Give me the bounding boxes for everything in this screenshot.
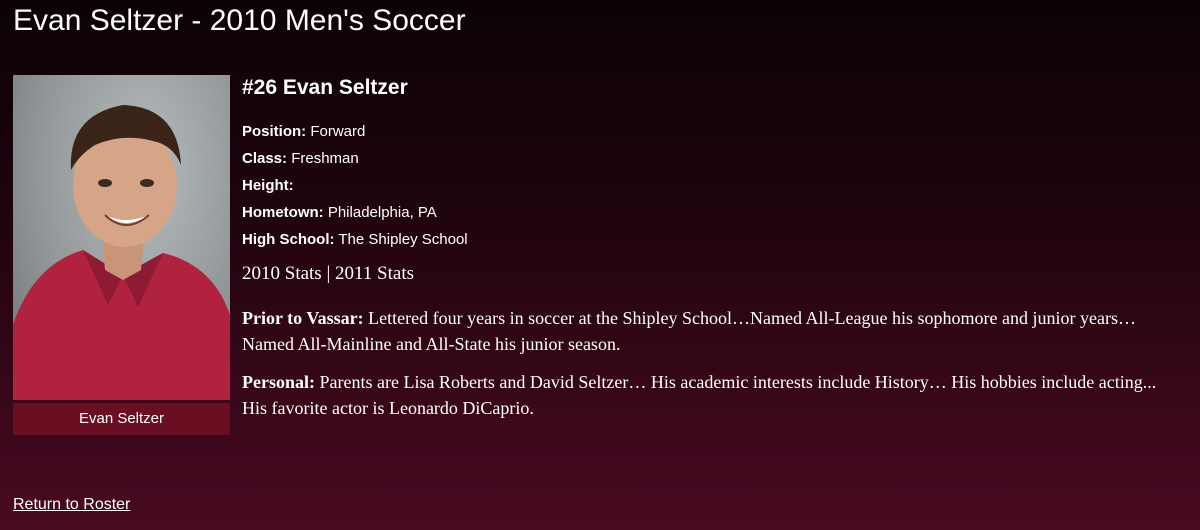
stats-separator: | [321,263,336,284]
detail-label: Position: [242,123,307,140]
detail-value: Freshman [287,150,359,167]
stats-2010-link[interactable]: 2010 Stats [242,263,322,284]
detail-class: Class: Freshman [242,145,1182,172]
stats-links: 2010 Stats | 2011 Stats [242,262,1182,286]
personal-text: Parents are Lisa Roberts and David Seltz… [242,372,1157,418]
personal-label: Personal: [242,372,315,392]
detail-value: Philadelphia, PA [323,204,437,221]
detail-hometown: Hometown: Philadelphia, PA [242,199,1182,226]
stats-2011-link[interactable]: 2011 Stats [335,263,414,284]
detail-high-school: High School: The Shipley School [242,226,1182,253]
player-details: Position: Forward Class: Freshman Height… [242,118,1182,253]
detail-value: Forward [306,123,366,140]
detail-label: Height: [242,177,294,194]
player-portrait-image [13,105,230,400]
detail-height: Height: [242,172,1182,199]
player-bio: #26 Evan Seltzer Position: Forward Class… [242,75,1182,421]
detail-value: The Shipley School [334,231,468,248]
page-title: Evan Seltzer - 2010 Men's Soccer [13,4,466,37]
detail-position: Position: Forward [242,118,1182,145]
player-photo [13,75,230,400]
personal-paragraph: Personal: Parents are Lisa Roberts and D… [242,369,1177,421]
player-photo-card: Evan Seltzer [13,75,230,435]
return-to-roster-link[interactable]: Return to Roster [13,496,130,514]
prior-label: Prior to Vassar: [242,308,364,328]
detail-label: Hometown: [242,204,324,221]
prior-text: Lettered four years in soccer at the Shi… [242,308,1136,354]
player-heading: #26 Evan Seltzer [242,76,408,99]
prior-to-vassar-paragraph: Prior to Vassar: Lettered four years in … [242,305,1177,357]
detail-label: High School: [242,231,335,248]
photo-caption: Evan Seltzer [13,403,230,435]
detail-label: Class: [242,150,288,167]
